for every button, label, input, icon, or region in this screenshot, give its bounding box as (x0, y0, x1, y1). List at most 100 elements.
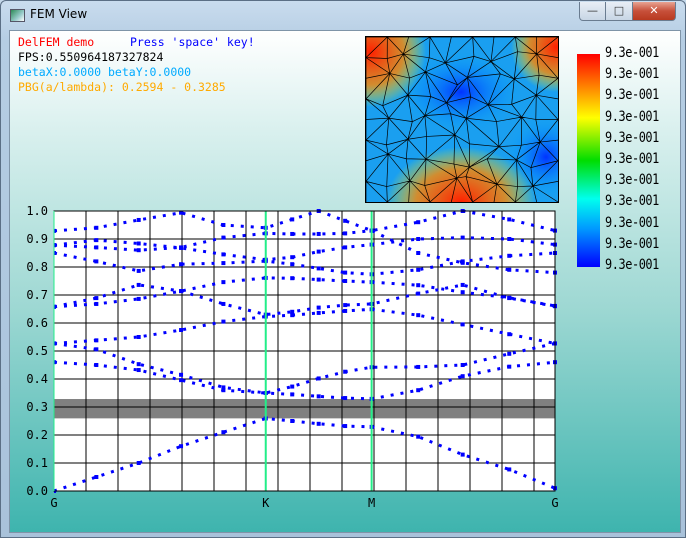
band-point (221, 319, 226, 324)
band-point (316, 305, 321, 310)
y-tick-label: 1.0 (26, 204, 48, 218)
y-tick-label: 0.9 (26, 232, 48, 246)
band-point (179, 372, 184, 377)
band-point (136, 461, 141, 465)
band-point (316, 376, 321, 381)
band-point (290, 384, 295, 389)
band-point (290, 231, 295, 236)
band-point (416, 237, 421, 241)
band-point (94, 475, 99, 479)
minimize-button[interactable]: — (579, 2, 606, 21)
maximize-button[interactable]: □ (605, 2, 633, 21)
band-point (416, 267, 421, 272)
band-point (316, 231, 321, 236)
band-point (316, 421, 321, 426)
band-point (221, 385, 226, 390)
band-point (179, 444, 184, 449)
band-point (460, 282, 465, 287)
band-point (94, 238, 99, 243)
band-point (416, 313, 421, 318)
band-point (94, 245, 99, 250)
band-point (290, 309, 295, 314)
y-tick-label: 0.5 (26, 344, 48, 358)
band-point (416, 388, 421, 393)
y-tick-label: 0.7 (26, 288, 48, 302)
band-point (460, 374, 465, 379)
band-point (343, 369, 348, 374)
band-point (316, 310, 321, 315)
y-tick-label: 0.3 (26, 400, 48, 414)
band-point (179, 245, 184, 250)
band-point (316, 266, 321, 271)
band-point (136, 241, 141, 246)
band-point (221, 301, 226, 306)
band-point (94, 363, 99, 367)
band-point (290, 276, 295, 281)
band-point (290, 419, 295, 423)
band-point (179, 289, 184, 294)
band-point (136, 268, 141, 273)
band-point (416, 220, 421, 225)
band-point (290, 392, 295, 397)
title-bar[interactable]: FEM View — □ ✕ (1, 1, 685, 30)
band-point (136, 282, 141, 287)
band-point (136, 217, 141, 222)
band-point (460, 260, 465, 265)
band-point (316, 394, 321, 399)
band-point (416, 251, 421, 255)
band-point (179, 378, 184, 383)
band-point (507, 351, 512, 356)
app-window: FEM View — □ ✕ DelFEM demo Press 'space'… (0, 0, 686, 538)
band-point (343, 424, 348, 429)
band-point (507, 295, 512, 300)
y-tick-label: 0.1 (26, 456, 48, 470)
band-point (136, 335, 141, 339)
band-point (507, 267, 512, 272)
band-point (343, 396, 348, 401)
band-point (460, 452, 465, 457)
band-point (316, 277, 321, 282)
y-tick-label: 0.8 (26, 260, 48, 274)
band-point (507, 467, 512, 472)
band-point (416, 291, 421, 296)
band-point (136, 248, 141, 253)
band-point (507, 237, 512, 241)
close-button[interactable]: ✕ (632, 2, 676, 21)
band-point (507, 253, 512, 258)
band-point (94, 301, 99, 306)
x-tick-label: K (262, 496, 270, 510)
y-tick-label: 0.4 (26, 372, 48, 386)
band-point (343, 279, 348, 283)
band-point (507, 332, 512, 337)
band-point (94, 259, 99, 264)
band-point (460, 322, 465, 327)
band-point (94, 347, 99, 352)
band-point (94, 338, 99, 343)
band-point (179, 262, 184, 267)
band-diagram: 0.0 0.1 0.2 0.3 0.4 0.5 0.6 0.7 0.8 0.9 1.0 G K M G (26, 204, 558, 510)
band-point (460, 290, 465, 295)
band-point (221, 235, 226, 240)
band-point (416, 283, 421, 288)
band-point (136, 368, 141, 373)
y-tick-label: 0.2 (26, 428, 48, 442)
band-point (179, 328, 184, 332)
band-point (221, 280, 226, 285)
band-point (221, 252, 226, 257)
band-point (221, 261, 226, 266)
band-point (343, 303, 348, 308)
y-tick-label: 0.0 (26, 484, 48, 498)
x-tick-label: G (50, 496, 57, 510)
x-tick-label: G (551, 496, 558, 510)
gl-canvas[interactable]: DelFEM demo Press 'space' key! FPS:0.550… (9, 30, 681, 533)
band-point (343, 218, 348, 223)
band-point (460, 363, 465, 367)
band-point (343, 270, 348, 275)
band-point (416, 434, 421, 439)
band-point (136, 296, 141, 301)
band-point (460, 235, 465, 240)
band-point (290, 255, 295, 260)
band-point (507, 217, 512, 222)
band-point (290, 217, 295, 222)
band-point (221, 430, 226, 435)
